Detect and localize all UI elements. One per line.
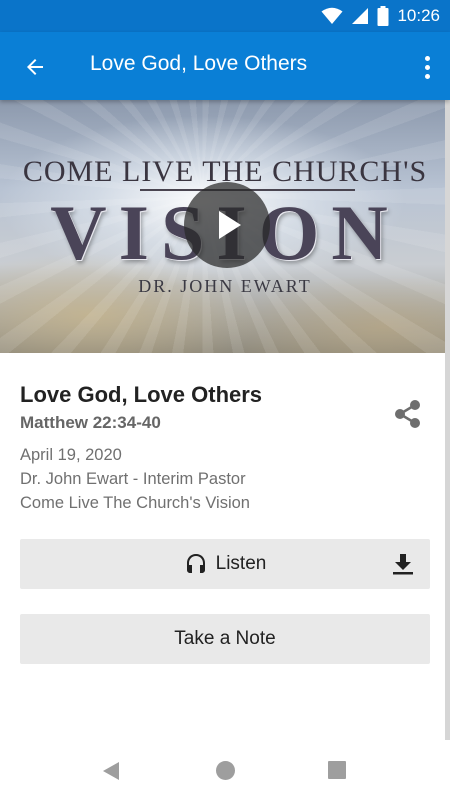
status-bar: 10:26 <box>0 0 450 32</box>
download-button[interactable] <box>390 551 416 577</box>
status-time: 10:26 <box>397 6 440 25</box>
take-note-label: Take a Note <box>174 628 276 649</box>
app-bar: Love God, Love Others <box>0 32 450 100</box>
sermon-title: Love God, Love Others <box>20 382 263 407</box>
arrow-left-icon <box>27 59 43 75</box>
cell-signal-icon <box>352 8 369 24</box>
nav-back-icon[interactable] <box>100 760 122 782</box>
sermon-speaker: Dr. John Ewart - Interim Pastor <box>20 470 246 488</box>
sermon-series: Come Live The Church's Vision <box>20 494 250 512</box>
nav-recents-icon[interactable] <box>328 761 346 779</box>
play-button[interactable] <box>184 182 270 268</box>
sermon-date: April 19, 2020 <box>20 446 122 464</box>
listen-label: Listen <box>215 553 267 574</box>
wifi-icon <box>321 7 343 24</box>
back-button[interactable] <box>18 50 52 84</box>
status-icons: 10:26 <box>321 5 440 27</box>
app-bar-title: Love God, Love Others <box>90 52 308 75</box>
scripture-reference: Matthew 22:34-40 <box>20 413 161 432</box>
more-vert-icon <box>424 55 430 61</box>
scroll-indicator <box>445 100 450 740</box>
share-icon <box>395 400 420 428</box>
take-note-button[interactable]: Take a Note <box>20 614 430 664</box>
battery-icon <box>377 6 389 26</box>
sermon-artwork[interactable]: Come Live The Church's Vision Dr. John E… <box>0 100 450 353</box>
listen-button[interactable]: Listen <box>20 539 430 589</box>
share-button[interactable] <box>391 397 425 431</box>
more-options-button[interactable] <box>418 50 436 84</box>
artwork-speaker-line: Dr. John Ewart <box>138 276 312 296</box>
headphones-icon <box>186 554 205 573</box>
nav-home-icon[interactable] <box>216 761 235 780</box>
system-nav-bar <box>0 740 450 800</box>
play-icon <box>219 211 241 239</box>
download-icon <box>393 554 413 575</box>
